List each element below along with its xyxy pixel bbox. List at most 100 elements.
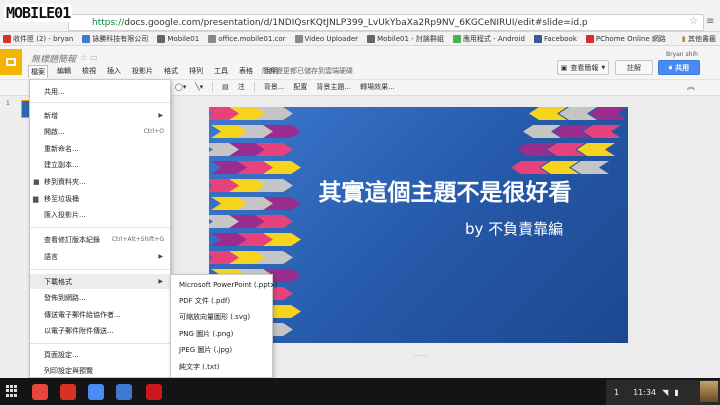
chevron-right-icon: ▶ — [158, 278, 163, 285]
clock[interactable]: 11:34 — [633, 388, 656, 397]
folder-icon[interactable]: ▭ — [90, 53, 98, 62]
menu-email-attachment[interactable]: 以電子郵件附件傳送... — [30, 323, 170, 338]
bookmark-item[interactable]: Video Uploader — [294, 34, 358, 43]
menu-divider — [30, 227, 170, 228]
menu-email-collaborators[interactable]: 傳送電子郵件給協作者... — [30, 307, 170, 322]
docs-icon[interactable] — [116, 384, 132, 400]
other-bookmarks[interactable]: ▮ 其他書籤 — [682, 34, 716, 44]
menu-publish[interactable]: 發佈到網路... — [30, 290, 170, 305]
notification-count[interactable]: 1 — [614, 388, 619, 397]
menu-item[interactable]: 插入 — [105, 65, 123, 78]
youtube-icon[interactable] — [146, 384, 162, 400]
toolbar-layout[interactable]: 配置 — [293, 82, 307, 92]
menu-item[interactable]: 排列 — [187, 65, 205, 78]
calendar-icon — [82, 34, 91, 43]
chevron-decoration — [589, 107, 627, 120]
folder-icon: ■ — [33, 177, 40, 186]
app-launcher-icon[interactable] — [6, 385, 18, 397]
star-icon[interactable]: ☆ — [80, 53, 87, 62]
chevron-decoration — [263, 125, 301, 138]
download-txt[interactable]: 純文字 (.txt) — [171, 359, 272, 375]
chevron-decoration — [571, 161, 609, 174]
bookmark-item[interactable]: Mobile01 — [157, 34, 199, 43]
chevron-decoration — [263, 161, 301, 174]
download-jpg[interactable]: JPEG 圖片 (.jpg) — [171, 342, 272, 358]
line-icon[interactable]: ╲▾ — [195, 83, 203, 91]
menu-file[interactable]: 檔案 — [28, 65, 48, 78]
menu-item[interactable]: 工具 — [212, 65, 230, 78]
slide-title[interactable]: 其實這個主題不是很好看 — [285, 173, 605, 207]
bookmark-item[interactable]: office.mobile01.cor — [208, 34, 286, 43]
menu-revisions[interactable]: 查看修訂版本紀錄 Ctrl+Alt+Shift+G — [30, 232, 170, 247]
download-pptx[interactable]: Microsoft PowerPoint (.pptx) — [171, 277, 277, 293]
menu-item[interactable]: 表格 — [237, 65, 255, 78]
menu-item[interactable]: 檢視 — [80, 65, 98, 78]
chevron-right-icon: ▶ — [158, 112, 163, 119]
slides-logo-icon[interactable] — [0, 49, 22, 75]
chevron-decoration — [255, 143, 293, 156]
page-icon — [208, 34, 217, 43]
bookmark-item[interactable]: PChome Online 網路 — [585, 34, 666, 44]
url-path: docs.google.com/presentation/d/1NDIQsrKQ… — [124, 18, 588, 28]
gmail-icon[interactable] — [60, 384, 76, 400]
menu-item[interactable]: 格式 — [162, 65, 180, 78]
bookmark-label: Mobile01 - 討論群組 — [377, 34, 444, 43]
shortcut-label: Ctrl+O — [143, 128, 164, 135]
trash-icon: ▆ — [33, 194, 39, 203]
bookmark-label: 詠勝科技有限公司 — [92, 34, 149, 43]
user-name[interactable]: Bryan shih — [666, 51, 698, 58]
chrome-icon[interactable] — [32, 384, 48, 400]
comments-button[interactable]: 註解 — [615, 60, 653, 75]
resize-handle[interactable]: ....... — [414, 351, 427, 358]
bookmark-item[interactable]: 應用程式 - Android — [452, 34, 525, 44]
menu-item[interactable]: 投影片 — [130, 65, 155, 78]
bookmark-item[interactable]: Facebook — [533, 34, 577, 43]
bookmark-item[interactable]: Mobile01 - 討論群組 — [367, 34, 444, 44]
download-pdf[interactable]: PDF 文件 (.pdf) — [171, 293, 272, 309]
menu-print[interactable]: 列印設定與預覽 — [30, 363, 170, 378]
toolbar-comment[interactable]: 注 — [238, 82, 245, 92]
menu-share[interactable]: 共用... — [30, 84, 170, 99]
avatar[interactable] — [700, 381, 718, 402]
menu-bar: 檔案 編輯 檢視 插入 投影片 格式 排列 工具 表格 說明 — [28, 65, 280, 78]
collapse-icon[interactable]: ︽ — [687, 81, 695, 92]
bookmark-label: PChome Online 網路 — [595, 34, 666, 43]
menu-trash[interactable]: ▆ 移至垃圾桶 — [30, 191, 170, 206]
bookmark-label: 應用程式 - Android — [462, 34, 525, 43]
chevron-decoration — [255, 107, 293, 120]
toolbar-transition[interactable]: 轉場效果... — [360, 82, 395, 92]
menu-move[interactable]: ■ 移到資料夾... — [30, 174, 170, 189]
bookmark-item[interactable]: 詠勝科技有限公司 — [82, 34, 148, 44]
mobile01-icon — [367, 34, 376, 43]
bookmark-item[interactable]: 收件匣 (2) - bryan — [3, 34, 73, 44]
download-svg[interactable]: 可縮放向量圖形 (.svg) — [171, 309, 272, 325]
slide-subtitle[interactable]: by 不負責靠編 — [465, 218, 563, 239]
menu-import[interactable]: 匯入投影片... — [30, 207, 170, 222]
download-png[interactable]: PNG 圖片 (.png) — [171, 326, 272, 342]
share-button[interactable]: 🔒︎ 共用 — [658, 60, 700, 75]
toolbar-background[interactable]: 背景... — [264, 82, 285, 92]
present-button[interactable]: ▣ 查看簡報 ▼ — [557, 60, 609, 75]
download-submenu: Microsoft PowerPoint (.pptx) PDF 文件 (.pd… — [170, 274, 277, 378]
menu-page-setup[interactable]: 頁面設定... — [30, 347, 170, 362]
menu-new[interactable]: 新增 ▶ — [30, 108, 170, 123]
slide-filmstrip — [0, 96, 30, 378]
menu-open[interactable]: 開啟... Ctrl+O — [30, 124, 170, 139]
comment-icon[interactable]: ▤ — [222, 83, 229, 91]
mobile01-watermark-logo: MOBILE01 — [4, 4, 73, 22]
menu-download[interactable]: 下載格式 ▶ — [30, 274, 170, 289]
shape-icon[interactable]: ◯▾ — [175, 83, 186, 91]
hamburger-icon[interactable]: ≡ — [706, 16, 714, 27]
google-search-icon[interactable] — [88, 384, 104, 400]
facebook-icon — [533, 34, 542, 43]
url-text[interactable]: https://docs.google.com/presentation/d/1… — [92, 18, 588, 28]
menu-language[interactable]: 語言 ▶ — [30, 249, 170, 264]
save-status[interactable]: 所有變更都已儲存到雲端硬碟 — [262, 66, 353, 76]
menu-item[interactable]: 編輯 — [55, 65, 73, 78]
menu-rename[interactable]: 重新命名... — [30, 141, 170, 156]
star-icon[interactable]: ☆ — [689, 16, 698, 27]
menu-copy[interactable]: 建立副本... — [30, 157, 170, 172]
document-title[interactable]: 無標題簡報 — [31, 52, 76, 65]
toolbar-theme[interactable]: 背景主題... — [316, 82, 351, 92]
wifi-icon: ◥ — [662, 388, 669, 397]
